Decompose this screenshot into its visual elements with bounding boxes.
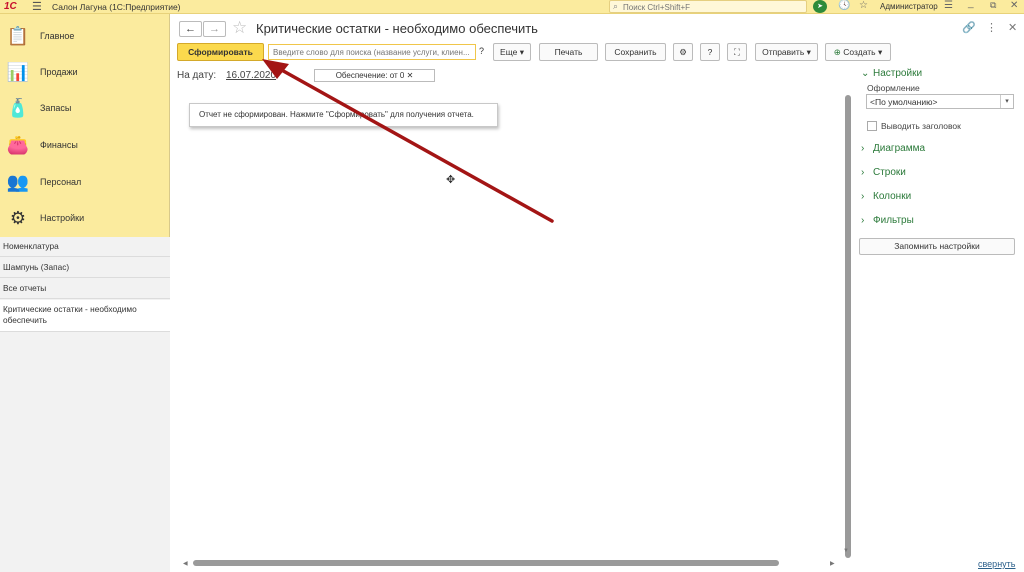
annotation-arrow — [262, 59, 554, 223]
annotation-arrow-head — [262, 59, 289, 79]
annotation-arrow-shaft — [276, 66, 554, 223]
